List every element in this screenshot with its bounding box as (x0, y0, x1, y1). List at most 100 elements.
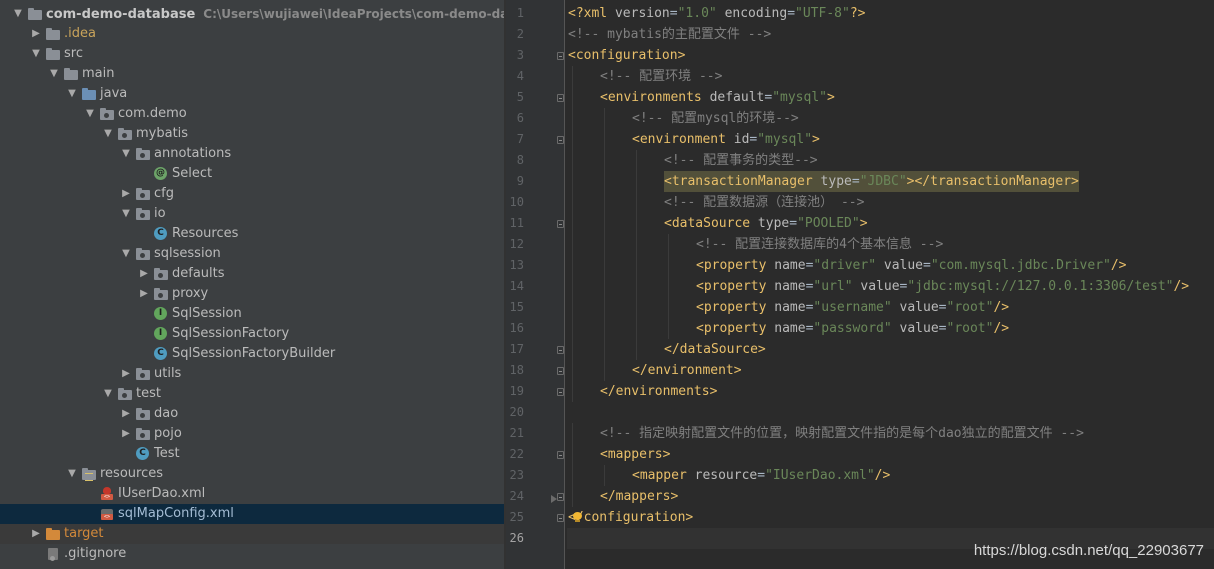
code-line[interactable]: </configuration> (567, 507, 1214, 528)
chevron-down-icon[interactable]: ▼ (49, 64, 59, 84)
code-line[interactable]: <!-- 配置mysql的环境--> (567, 108, 1214, 129)
code-line[interactable]: <!-- 配置数据源（连接池） --> (567, 192, 1214, 213)
tree-item-defaults[interactable]: ▶ defaults (0, 264, 504, 284)
line-number[interactable]: 5 (506, 87, 524, 108)
code-line[interactable]: <!-- 指定映射配置文件的位置，映射配置文件指的是每个dao独立的配置文件 -… (567, 423, 1214, 444)
code-area[interactable]: <?xml version="1.0" encoding="UTF-8"?> <!… (567, 0, 1214, 569)
fold-marker-icon[interactable] (557, 451, 564, 459)
fold-marker-icon[interactable] (557, 136, 564, 144)
code-line[interactable]: <property name="username" value="root"/> (567, 297, 1214, 318)
tree-item-iuserdao-xml[interactable]: <> IUserDao.xml (0, 484, 504, 504)
fold-marker-icon[interactable] (557, 493, 564, 501)
chevron-right-icon[interactable]: ▶ (121, 424, 131, 444)
code-line[interactable]: </environment> (567, 360, 1214, 381)
line-number-gutter[interactable]: 1 2 3 4 5 6 7 8 9 10 11 12 13 14 15 16 17 18 19 20 21 22 23 24 2… (506, 0, 564, 569)
code-line[interactable]: <environment id="mysql"> (567, 129, 1214, 150)
line-number[interactable]: 7 (506, 129, 524, 150)
chevron-down-icon[interactable]: ▼ (103, 384, 113, 404)
code-editor[interactable]: 1 2 3 4 5 6 7 8 9 10 11 12 13 14 15 16 17 18 19 20 21 22 23 24 2… (506, 0, 1214, 569)
tree-item-sqlsessionfactorybuilder[interactable]: C SqlSessionFactoryBuilder (0, 344, 504, 364)
line-number[interactable]: 15 (506, 297, 524, 318)
tree-item-src[interactable]: ▼ src (0, 44, 504, 64)
code-line[interactable]: <configuration> (567, 45, 1214, 66)
tree-item-test-pkg[interactable]: ▼ test (0, 384, 504, 404)
chevron-down-icon[interactable]: ▼ (121, 144, 131, 164)
gutter-arrow-icon[interactable] (551, 495, 557, 503)
line-number[interactable]: 18 (506, 360, 524, 381)
line-number[interactable]: 12 (506, 234, 524, 255)
tree-item-target[interactable]: ▶ target (0, 524, 504, 544)
tree-item-sqlmapconfig-xml[interactable]: <> sqlMapConfig.xml (0, 504, 504, 524)
chevron-down-icon[interactable]: ▼ (13, 4, 23, 24)
fold-marker-icon[interactable] (557, 94, 564, 102)
code-line[interactable]: <property name="password" value="root"/> (567, 318, 1214, 339)
code-line[interactable]: <mappers> (567, 444, 1214, 465)
line-number[interactable]: 23 (506, 465, 524, 486)
chevron-right-icon[interactable]: ▶ (31, 524, 41, 544)
tree-item-annotations[interactable]: ▼ annotations (0, 144, 504, 164)
tree-item-proxy[interactable]: ▶ proxy (0, 284, 504, 304)
tree-item-utils[interactable]: ▶ utils (0, 364, 504, 384)
code-line[interactable]: </environments> (567, 381, 1214, 402)
code-line[interactable]: <property name="url" value="jdbc:mysql:/… (567, 276, 1214, 297)
line-number[interactable]: 3 (506, 45, 524, 66)
line-number[interactable]: 8 (506, 150, 524, 171)
code-line[interactable]: <dataSource type="POOLED"> (567, 213, 1214, 234)
tree-item-mybatis[interactable]: ▼ mybatis (0, 124, 504, 144)
line-number[interactable]: 2 (506, 24, 524, 45)
line-number[interactable]: 16 (506, 318, 524, 339)
line-number[interactable]: 24 (506, 486, 524, 507)
code-line[interactable]: <!-- mybatis的主配置文件 --> (567, 24, 1214, 45)
project-tree-panel[interactable]: ▼ com-demo-database C:\Users\wujiawei\Idea… (0, 0, 504, 569)
tree-item-sqlsession[interactable]: ▼ sqlsession (0, 244, 504, 264)
fold-marker-icon[interactable] (557, 388, 564, 396)
line-number[interactable]: 19 (506, 381, 524, 402)
chevron-right-icon[interactable]: ▶ (139, 284, 149, 304)
chevron-right-icon[interactable]: ▶ (121, 404, 131, 424)
tree-item-sqlsession-interface[interactable]: I SqlSession (0, 304, 504, 324)
tree-item-select[interactable]: @ Select (0, 164, 504, 184)
line-number[interactable]: 11 (506, 213, 524, 234)
tree-item-io[interactable]: ▼ io (0, 204, 504, 224)
line-number[interactable]: 17 (506, 339, 524, 360)
line-number[interactable]: 6 (506, 108, 524, 129)
tree-item-sqlsessionfactory[interactable]: I SqlSessionFactory (0, 324, 504, 344)
tree-item-java[interactable]: ▼ java (0, 84, 504, 104)
tree-item-project-root[interactable]: ▼ com-demo-database C:\Users\wujiawei\Idea… (0, 4, 504, 24)
line-number[interactable]: 26 (506, 528, 524, 549)
code-line[interactable]: <transactionManager type="JDBC"></transa… (567, 171, 1214, 192)
tree-item-gitignore[interactable]: .gitignore (0, 544, 504, 564)
fold-marker-icon[interactable] (557, 220, 564, 228)
intention-bulb-icon[interactable] (573, 512, 582, 523)
fold-marker-icon[interactable] (557, 52, 564, 60)
line-number[interactable]: 1 (506, 3, 524, 24)
line-number[interactable]: 21 (506, 423, 524, 444)
code-line[interactable]: </dataSource> (567, 339, 1214, 360)
line-number[interactable]: 10 (506, 192, 524, 213)
chevron-down-icon[interactable]: ▼ (67, 84, 77, 104)
tree-item-pojo[interactable]: ▶ pojo (0, 424, 504, 444)
fold-marker-icon[interactable] (557, 367, 564, 375)
chevron-down-icon[interactable]: ▼ (103, 124, 113, 144)
code-line[interactable] (567, 402, 1214, 423)
line-number[interactable]: 14 (506, 276, 524, 297)
tree-item-dao[interactable]: ▶ dao (0, 404, 504, 424)
fold-marker-icon[interactable] (557, 514, 564, 522)
tree-item-idea[interactable]: ▶ .idea (0, 24, 504, 44)
tree-item-resources-folder[interactable]: ▼ resources (0, 464, 504, 484)
chevron-right-icon[interactable]: ▶ (31, 24, 41, 44)
code-line[interactable]: <mapper resource="IUserDao.xml"/> (567, 465, 1214, 486)
tree-item-test-class[interactable]: C Test (0, 444, 504, 464)
code-line[interactable]: <environments default="mysql"> (567, 87, 1214, 108)
chevron-down-icon[interactable]: ▼ (121, 244, 131, 264)
line-number[interactable]: 22 (506, 444, 524, 465)
code-line[interactable]: </mappers> (567, 486, 1214, 507)
chevron-right-icon[interactable]: ▶ (121, 184, 131, 204)
tree-item-resources-class[interactable]: C Resources (0, 224, 504, 244)
chevron-down-icon[interactable]: ▼ (85, 104, 95, 124)
chevron-down-icon[interactable]: ▼ (31, 44, 41, 64)
tree-item-main[interactable]: ▼ main (0, 64, 504, 84)
code-line[interactable]: <!-- 配置事务的类型--> (567, 150, 1214, 171)
tree-item-cfg[interactable]: ▶ cfg (0, 184, 504, 204)
code-line[interactable]: <property name="driver" value="com.mysql… (567, 255, 1214, 276)
